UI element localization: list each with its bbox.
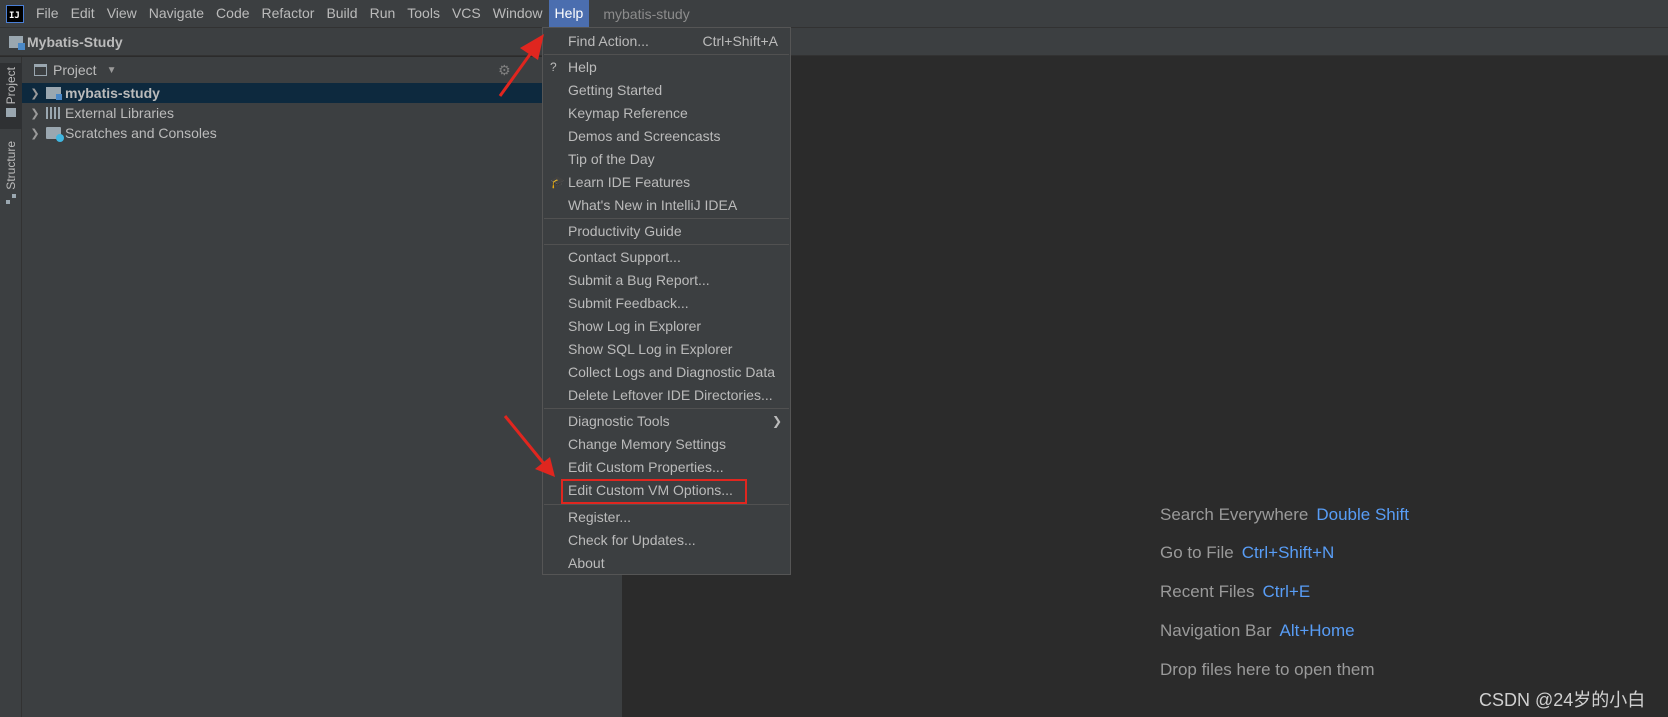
annotation-arrow-top (498, 34, 544, 97)
annotation-arrows (498, 34, 555, 477)
annotation-arrow-bottom (503, 415, 555, 477)
